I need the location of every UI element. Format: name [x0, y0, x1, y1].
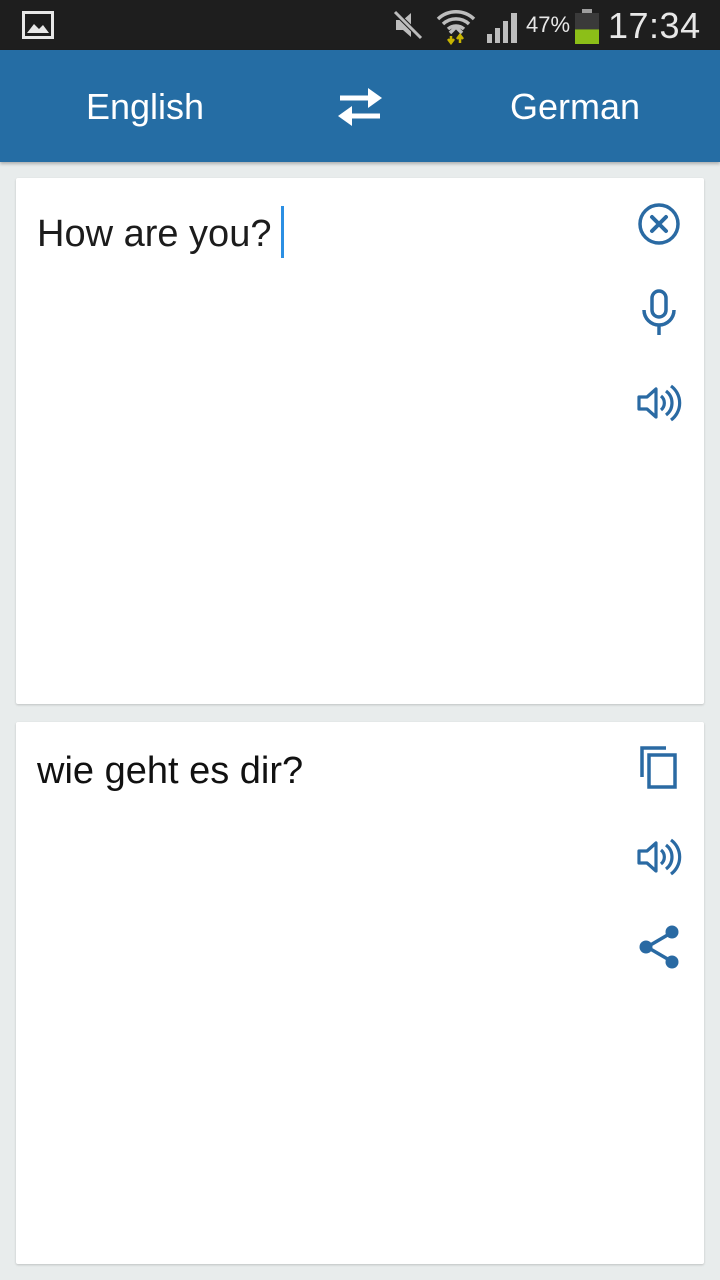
wifi-icon	[436, 7, 476, 50]
status-bar: 47% 17:34	[0, 0, 720, 50]
source-language-button[interactable]: English	[25, 86, 265, 128]
input-card: How are you?	[16, 178, 704, 704]
share-icon	[639, 925, 679, 969]
copy-icon	[640, 746, 677, 789]
language-toolbar: English German	[0, 50, 720, 162]
clear-button[interactable]	[634, 199, 684, 249]
signal-icon	[486, 10, 522, 49]
speak-source-button[interactable]	[634, 378, 684, 428]
copy-button[interactable]	[634, 742, 684, 792]
clear-icon	[638, 203, 680, 245]
swap-arrows-icon	[338, 88, 382, 126]
share-button[interactable]	[634, 922, 684, 972]
swap-languages-button[interactable]	[334, 86, 386, 128]
output-card: wie geht es dir?	[16, 722, 704, 1264]
gallery-icon	[22, 11, 54, 44]
mute-icon	[392, 9, 424, 46]
battery-percent: 47%	[526, 12, 571, 37]
source-text: How are you?	[37, 213, 272, 255]
speaker-icon	[637, 838, 682, 876]
clock: 17:34	[608, 5, 701, 46]
source-text-input[interactable]: How are you?	[37, 206, 285, 258]
speak-translation-button[interactable]	[634, 832, 684, 882]
text-caret	[281, 206, 285, 258]
battery-icon	[574, 9, 600, 50]
microphone-button[interactable]	[634, 288, 684, 338]
translated-text: wie geht es dir?	[37, 750, 304, 792]
speaker-icon	[637, 384, 682, 422]
microphone-icon	[642, 289, 676, 335]
target-language-button[interactable]: German	[455, 86, 695, 128]
